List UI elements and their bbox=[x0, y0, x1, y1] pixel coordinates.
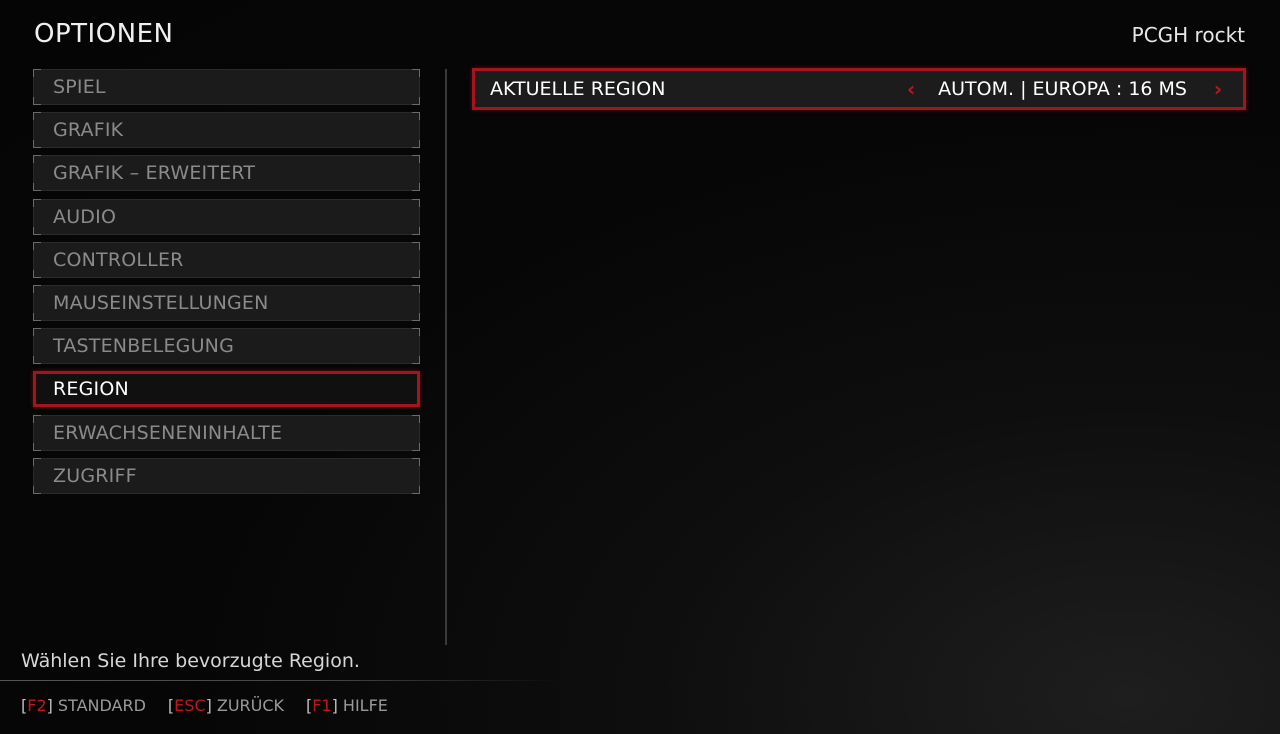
key-f2: F2 bbox=[27, 696, 47, 715]
region-setting-row[interactable]: AKTUELLE REGION ‹ AUTOM. | EUROPA : 16 M… bbox=[472, 68, 1246, 110]
back-button[interactable]: [ESC] ZURÜCK bbox=[168, 696, 284, 715]
menu-item-spiel[interactable]: SPIEL bbox=[33, 69, 420, 105]
standard-button[interactable]: [F2] STANDARD bbox=[21, 696, 146, 715]
menu-item-label: MAUSEINSTELLUNGEN bbox=[53, 291, 269, 314]
footer-label: HILFE bbox=[342, 696, 388, 715]
menu-item-region[interactable]: REGION bbox=[33, 371, 420, 408]
chevron-right-icon[interactable]: › bbox=[1209, 77, 1227, 101]
menu-item-label: AUDIO bbox=[53, 205, 117, 228]
menu-item-grafik[interactable]: GRAFIK bbox=[33, 112, 420, 149]
chevron-left-icon[interactable]: ‹ bbox=[902, 77, 920, 101]
menu-item-label: ZUGRIFF bbox=[53, 464, 137, 487]
menu-item-label: TASTENBELEGUNG bbox=[53, 335, 235, 358]
key-f1: F1 bbox=[312, 696, 332, 715]
page-title: OPTIONEN bbox=[34, 19, 174, 49]
menu-item-audio[interactable]: AUDIO bbox=[33, 198, 420, 235]
region-selector: ‹ AUTOM. | EUROPA : 16 MS › bbox=[902, 77, 1243, 101]
menu-item-controller[interactable]: CONTROLLER bbox=[33, 241, 420, 278]
footer-label: STANDARD bbox=[57, 696, 146, 715]
menu-item-tastenbelegung[interactable]: TASTENBELEGUNG bbox=[33, 328, 420, 365]
help-hint: Wählen Sie Ihre bevorzugte Region. bbox=[21, 650, 360, 672]
menu-item-mauseinstellungen[interactable]: MAUSEINSTELLUNGEN bbox=[33, 284, 420, 321]
menu-item-label: GRAFIK bbox=[53, 119, 124, 142]
menu-item-zugriff[interactable]: ZUGRIFF bbox=[33, 457, 420, 494]
setting-label: AKTUELLE REGION bbox=[490, 78, 666, 100]
menu-item-label: REGION bbox=[53, 378, 129, 401]
setting-value: AUTOM. | EUROPA : 16 MS bbox=[938, 78, 1187, 100]
menu-item-label: ERWACHSENENINHALTE bbox=[53, 421, 283, 444]
menu-item-erwachseneninhalte[interactable]: ERWACHSENENINHALTE bbox=[33, 414, 420, 451]
hint-separator bbox=[0, 680, 560, 681]
menu-item-label: SPIEL bbox=[53, 76, 106, 98]
help-button[interactable]: [F1] HILFE bbox=[306, 696, 388, 715]
key-esc: ESC bbox=[174, 696, 206, 715]
menu-item-label: CONTROLLER bbox=[53, 248, 184, 271]
menu-item-grafik-erweitert[interactable]: GRAFIK – ERWEITERT bbox=[33, 155, 420, 192]
options-menu: SPIEL GRAFIK GRAFIK – ERWEITERT AUDIO CO… bbox=[33, 69, 420, 501]
username: PCGH rockt bbox=[1131, 23, 1245, 47]
footer-label: ZURÜCK bbox=[216, 696, 285, 715]
panel-divider bbox=[445, 69, 447, 645]
footer-keybar: [F2] STANDARD [ESC] ZURÜCK [F1] HILFE bbox=[21, 696, 410, 715]
menu-item-label: GRAFIK – ERWEITERT bbox=[53, 162, 256, 185]
